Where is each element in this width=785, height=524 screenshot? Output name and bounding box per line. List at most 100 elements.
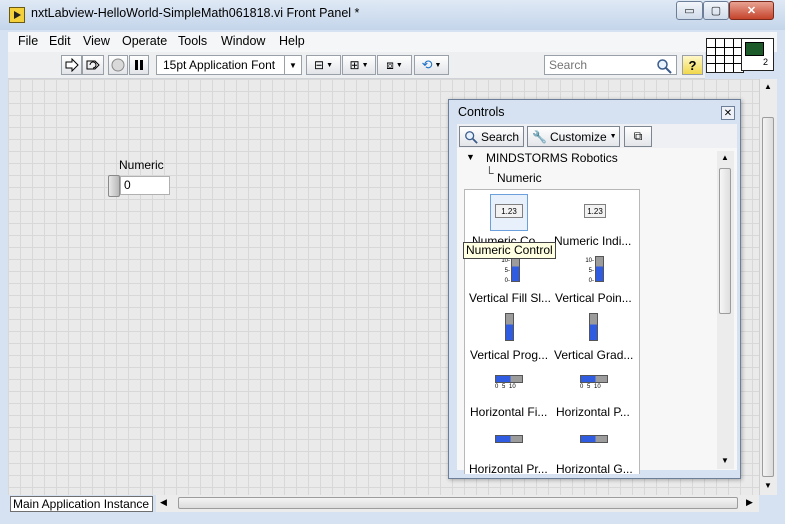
palette-toolbar: Search 🔧 Customize ▼ ⧉ bbox=[457, 124, 737, 148]
maximize-button[interactable]: ▢ bbox=[703, 1, 729, 20]
collapse-triangle-icon[interactable]: ▼ bbox=[466, 152, 475, 162]
menu-tools[interactable]: Tools bbox=[178, 34, 207, 48]
context-help-button[interactable]: ? bbox=[682, 55, 703, 75]
horizontal-graduated-bar-icon[interactable] bbox=[580, 435, 608, 443]
labview-window: nxtLabview-HelloWorld-SimpleMath061818.v… bbox=[0, 0, 785, 524]
search-input[interactable] bbox=[549, 57, 654, 73]
palette-close-button[interactable]: ✕ bbox=[721, 106, 735, 120]
horizontal-pointer-slide-icon[interactable] bbox=[580, 375, 608, 383]
chevron-down-icon: ▼ bbox=[284, 56, 301, 74]
numeric-increment-decrement[interactable] bbox=[108, 175, 120, 197]
pause-icon bbox=[135, 60, 143, 70]
tree-branch-icon: └ bbox=[485, 166, 494, 180]
chevron-down-icon: ▼ bbox=[326, 61, 333, 69]
vertical-fill-scale: 10- 5- 0- bbox=[498, 256, 510, 286]
palette-item-label[interactable]: Horizontal Pr... bbox=[469, 462, 548, 474]
palette-search-label: Search bbox=[481, 129, 520, 144]
palette-item-label[interactable]: Vertical Fill Sl... bbox=[469, 291, 551, 305]
pause-button[interactable] bbox=[129, 55, 149, 75]
scroll-up-icon[interactable]: ▲ bbox=[764, 82, 772, 91]
palette-item-label[interactable]: Vertical Prog... bbox=[470, 348, 548, 362]
menu-help[interactable]: Help bbox=[279, 34, 305, 48]
palette-item-label[interactable]: Vertical Poin... bbox=[555, 291, 632, 305]
run-button[interactable] bbox=[61, 55, 82, 75]
reorder-button[interactable]: ⟲ ▼ bbox=[414, 55, 449, 75]
scroll-right-icon[interactable]: ▶ bbox=[746, 497, 753, 508]
palette-search-button[interactable]: Search bbox=[459, 126, 524, 147]
abort-icon bbox=[111, 58, 125, 72]
palette-scroll-thumb[interactable] bbox=[719, 168, 731, 314]
window-title: nxtLabview-HelloWorld-SimpleMath061818.v… bbox=[31, 6, 360, 20]
run-continuously-icon bbox=[86, 60, 100, 70]
run-continuously-button[interactable] bbox=[82, 55, 104, 75]
align-objects-icon: ⊟ bbox=[314, 58, 325, 72]
scroll-up-icon[interactable]: ▲ bbox=[721, 153, 729, 162]
menu-edit[interactable]: Edit bbox=[49, 34, 71, 48]
menu-file[interactable]: File bbox=[18, 34, 38, 48]
palette-item-label[interactable]: Horizontal P... bbox=[556, 405, 630, 419]
horizontal-scale-ticks: 0 5 10 bbox=[495, 384, 516, 390]
minimize-button[interactable]: ▭ bbox=[676, 1, 703, 20]
distribute-objects-button[interactable]: ⊞ ▼ bbox=[342, 55, 376, 75]
maximize-icon: ▢ bbox=[710, 5, 722, 17]
vi-icon[interactable]: 2 bbox=[741, 38, 774, 71]
palette-vertical-scrollbar[interactable]: ▲ ▼ bbox=[717, 151, 734, 469]
horizontal-progress-bar-icon[interactable] bbox=[495, 435, 523, 443]
horizontal-scroll-thumb[interactable] bbox=[178, 497, 738, 509]
palette-resize-button[interactable]: ⧉ bbox=[624, 126, 652, 147]
scroll-down-icon[interactable]: ▼ bbox=[721, 456, 729, 465]
palette-customize-label: Customize bbox=[549, 129, 607, 144]
vi-icon-graph bbox=[745, 42, 764, 56]
scale-tick: 0- bbox=[504, 278, 510, 284]
vertical-pointer-scale: 10- 5- 0- bbox=[582, 256, 594, 286]
search-icon bbox=[465, 130, 478, 144]
align-objects-button[interactable]: ⊟ ▼ bbox=[306, 55, 341, 75]
distribute-objects-icon: ⊞ bbox=[349, 58, 360, 72]
chevron-down-icon: ▼ bbox=[434, 61, 442, 69]
palette-tree-category[interactable]: MINDSTORMS Robotics bbox=[486, 151, 618, 165]
scroll-left-icon[interactable]: ◀ bbox=[160, 497, 167, 508]
vertical-graduated-bar-icon[interactable] bbox=[589, 313, 598, 341]
scale-tick: 5- bbox=[588, 268, 594, 274]
font-select[interactable]: 15pt Application Font ▼ bbox=[156, 55, 302, 75]
palette-item-label[interactable]: Vertical Grad... bbox=[554, 348, 633, 362]
labview-app-icon bbox=[9, 7, 25, 23]
palette-item-label[interactable]: Horizontal G... bbox=[556, 462, 633, 474]
menu-operate[interactable]: Operate bbox=[122, 34, 167, 48]
vertical-scroll-thumb[interactable] bbox=[762, 117, 774, 477]
vertical-fill-slide-icon[interactable] bbox=[511, 256, 520, 282]
connector-pane-icon[interactable] bbox=[706, 38, 744, 73]
chevron-down-icon: ▼ bbox=[609, 133, 617, 140]
search-icon[interactable] bbox=[656, 58, 672, 74]
vertical-pointer-slide-icon[interactable] bbox=[595, 256, 604, 282]
resize-palette-icon: ⧉ bbox=[633, 129, 643, 143]
numeric-control-field[interactable]: 0 bbox=[120, 176, 170, 195]
vertical-scrollbar[interactable]: ▲ ▼ bbox=[759, 79, 777, 495]
palette-item-label[interactable]: Horizontal Fi... bbox=[470, 405, 547, 419]
wrench-icon: 🔧 bbox=[532, 129, 547, 144]
horizontal-fill-slide-icon[interactable] bbox=[495, 375, 523, 383]
palette-item-label[interactable]: Numeric Indi... bbox=[554, 234, 631, 248]
horizontal-scrollbar[interactable]: ◀ ▶ bbox=[156, 495, 759, 512]
numeric-control-label[interactable]: Numeric bbox=[119, 158, 164, 172]
controls-palette-title: Controls bbox=[458, 105, 505, 119]
vertical-progress-bar-icon[interactable] bbox=[505, 313, 514, 341]
palette-customize-button[interactable]: 🔧 Customize ▼ bbox=[527, 126, 620, 147]
search-box bbox=[544, 55, 677, 75]
scroll-down-icon[interactable]: ▼ bbox=[764, 481, 772, 490]
palette-item-grid: 1.23 1.23 Numeric Co... Numeric Indi... … bbox=[464, 189, 640, 474]
resize-objects-icon: ⧈ bbox=[386, 57, 394, 72]
numeric-indicator-icon[interactable]: 1.23 bbox=[584, 204, 606, 218]
close-icon: ✕ bbox=[746, 5, 757, 17]
help-icon: ? bbox=[688, 57, 697, 73]
numeric-control-icon[interactable]: 1.23 bbox=[495, 204, 523, 218]
abort-button[interactable] bbox=[108, 55, 128, 75]
menu-window[interactable]: Window bbox=[221, 34, 265, 48]
close-button[interactable]: ✕ bbox=[729, 1, 774, 20]
menu-view[interactable]: View bbox=[83, 34, 110, 48]
resize-objects-button[interactable]: ⧈ ▼ bbox=[377, 55, 412, 75]
reorder-icon: ⟲ bbox=[421, 57, 433, 72]
run-arrow-icon bbox=[65, 58, 79, 72]
palette-tree-subcategory[interactable]: Numeric bbox=[497, 171, 542, 185]
controls-palette: Controls ✕ Search 🔧 Customize ▼ ⧉ ▼ MIND… bbox=[448, 99, 741, 479]
